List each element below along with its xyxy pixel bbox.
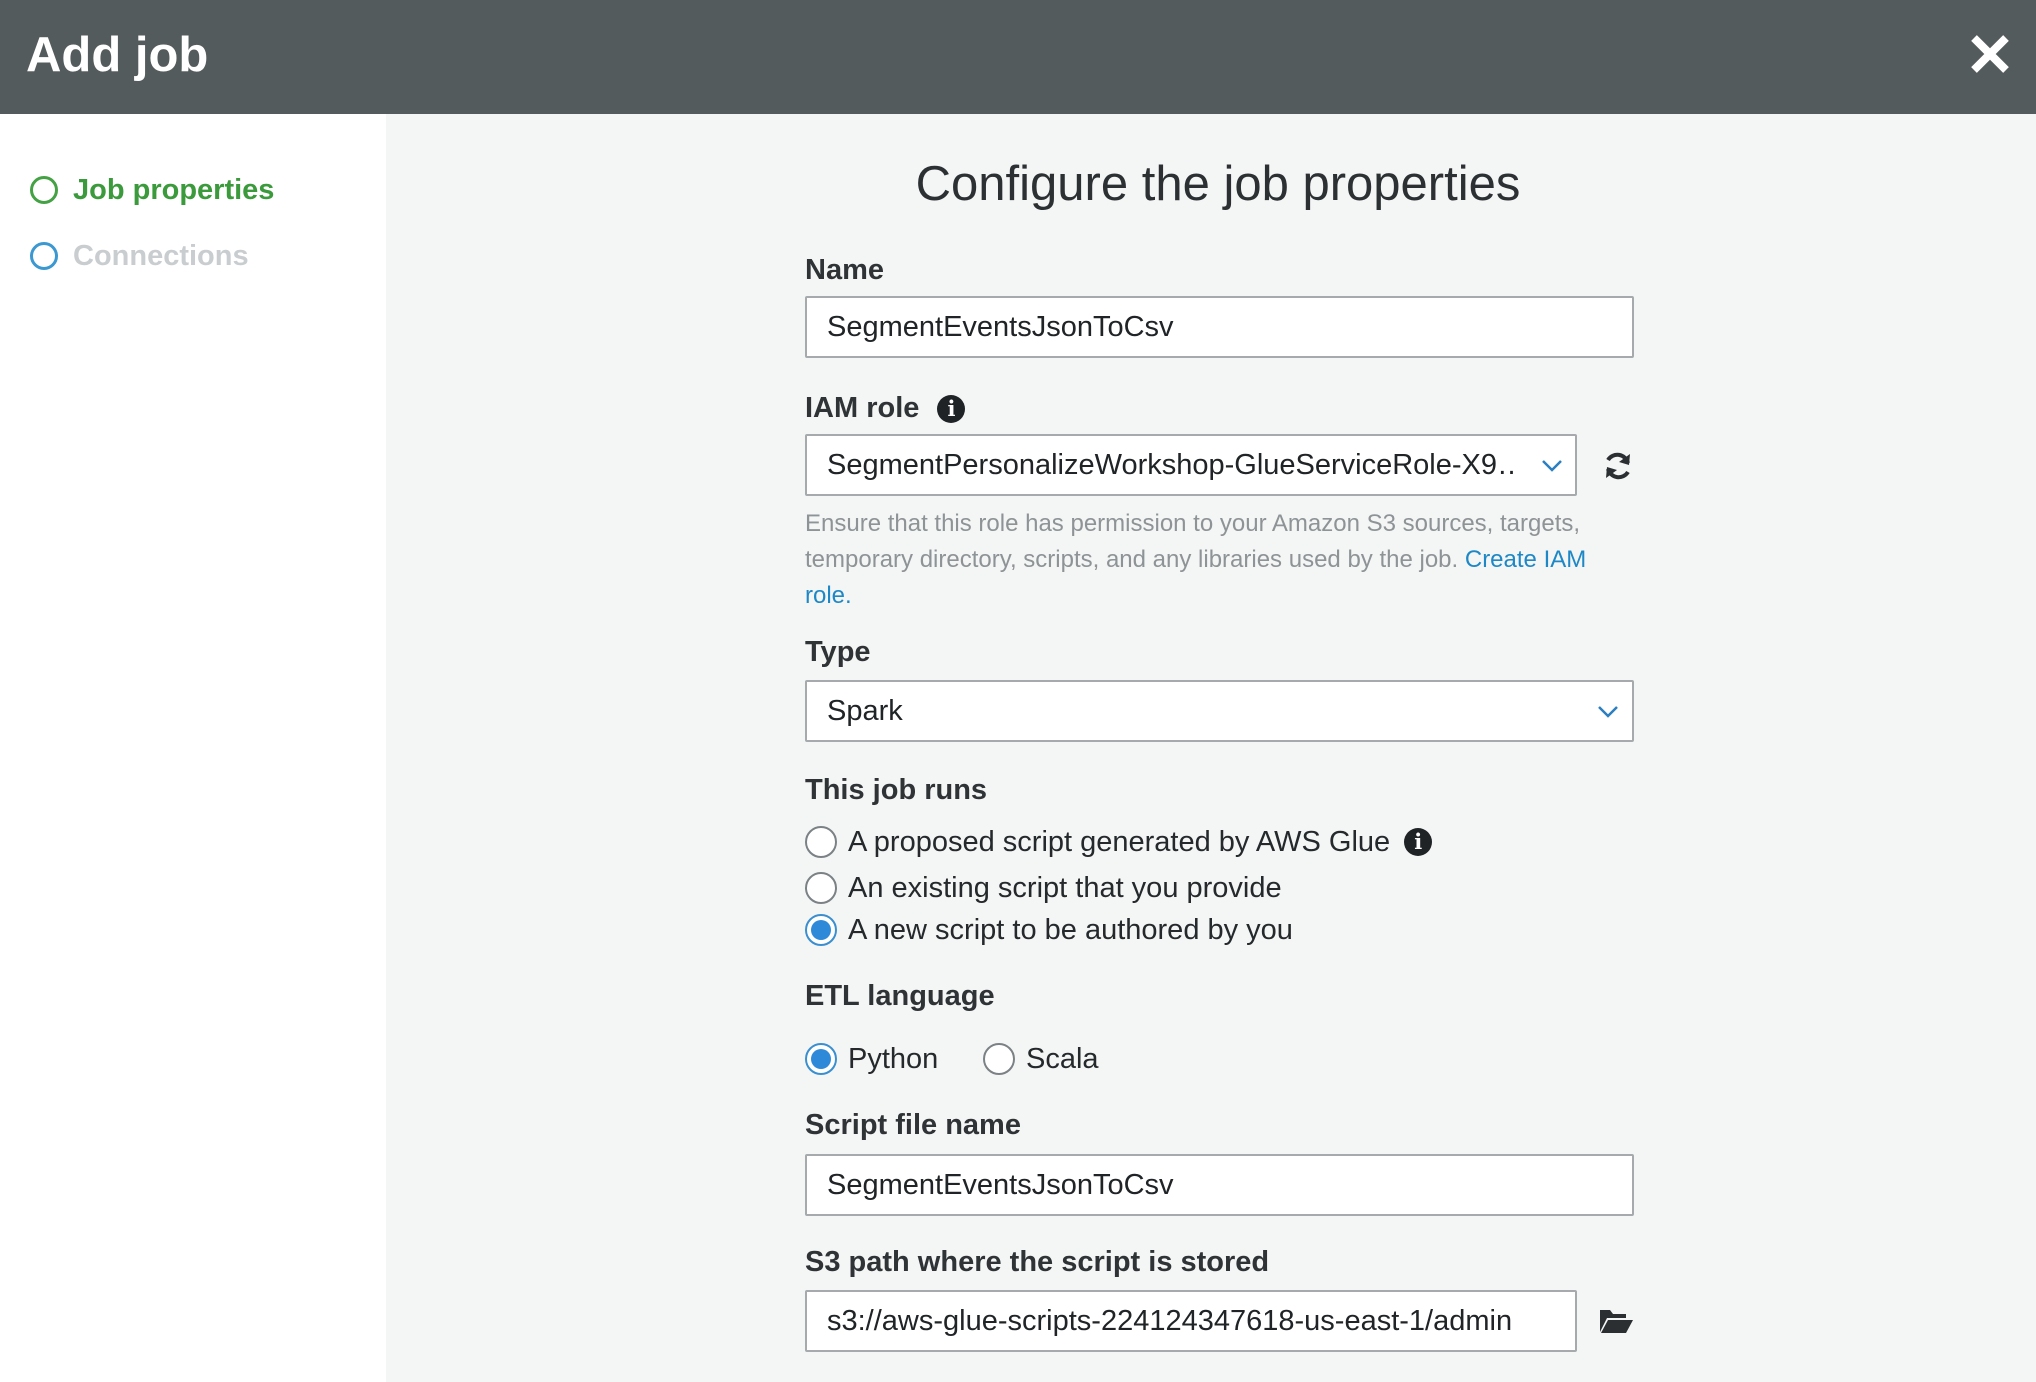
radio-label: A new script to be authored by you <box>848 913 1293 946</box>
step-status-icon <box>30 242 58 270</box>
iam-role-help-text: Ensure that this role has permission to … <box>805 510 1581 573</box>
s3-path-value: s3://aws-glue-scripts-224124347618-us-ea… <box>827 1305 1513 1337</box>
s3-path-input[interactable]: s3://aws-glue-scripts-224124347618-us-ea… <box>805 1290 1577 1352</box>
s3-path-label: S3 path where the script is stored <box>805 1246 1270 1278</box>
iam-role-select[interactable]: SegmentPersonalizeWorkshop-GlueServiceRo… <box>805 434 1577 496</box>
info-icon[interactable]: i <box>1404 828 1433 856</box>
radio-button[interactable] <box>805 914 837 946</box>
step-status-icon <box>30 176 58 204</box>
radio-button[interactable] <box>805 1043 837 1075</box>
radio-button[interactable] <box>805 826 837 858</box>
iam-role-value: SegmentPersonalizeWorkshop-GlueServiceRo… <box>827 449 1517 481</box>
chevron-down-icon <box>1598 706 1618 718</box>
radio-python[interactable]: Python <box>805 1041 938 1077</box>
chevron-down-icon <box>1542 460 1562 472</box>
job-runs-label: This job runs <box>805 774 988 806</box>
radio-proposed-script[interactable]: A proposed script generated by AWS Glue … <box>805 824 1433 860</box>
modal-title: Add job <box>26 28 209 82</box>
etl-language-label: ETL language <box>805 980 995 1012</box>
name-input[interactable]: SegmentEventsJsonToCsv <box>805 296 1634 358</box>
script-file-name-value: SegmentEventsJsonToCsv <box>827 1169 1174 1201</box>
folder-open-icon[interactable] <box>1598 1306 1634 1336</box>
radio-label: Scala <box>1026 1042 1099 1075</box>
radio-label: Python <box>848 1042 939 1075</box>
iam-role-label: IAM role i <box>805 392 966 425</box>
radio-new-script[interactable]: A new script to be authored by you <box>805 912 1293 948</box>
wizard-sidebar: Job properties Connections <box>0 114 386 1382</box>
iam-role-label-text: IAM role <box>805 392 920 424</box>
script-file-name-label: Script file name <box>805 1109 1021 1141</box>
radio-button[interactable] <box>983 1043 1015 1075</box>
main-form: Configure the job properties Name Segmen… <box>386 114 2036 1382</box>
radio-button[interactable] <box>805 872 837 904</box>
step-job-properties[interactable]: Job properties <box>30 172 274 208</box>
radio-scala[interactable]: Scala <box>983 1041 1099 1077</box>
type-select[interactable]: Spark <box>805 680 1634 742</box>
step-label: Connections <box>73 239 249 272</box>
step-label: Job properties <box>73 173 275 206</box>
type-label: Type <box>805 636 871 668</box>
radio-label: A proposed script generated by AWS Glue <box>848 825 1391 858</box>
refresh-icon[interactable] <box>1601 449 1635 483</box>
page-title: Configure the job properties <box>915 157 1521 211</box>
radio-label: An existing script that you provide <box>848 871 1282 904</box>
name-label: Name <box>805 254 884 286</box>
type-value: Spark <box>827 695 903 727</box>
modal-header: Add job <box>0 0 2036 114</box>
step-connections[interactable]: Connections <box>30 238 249 274</box>
close-icon[interactable] <box>1966 30 2014 78</box>
script-file-name-input[interactable]: SegmentEventsJsonToCsv <box>805 1154 1634 1216</box>
name-value: SegmentEventsJsonToCsv <box>827 311 1174 343</box>
radio-existing-script[interactable]: An existing script that you provide <box>805 870 1282 906</box>
info-icon[interactable]: i <box>937 395 966 424</box>
iam-role-help: Ensure that this role has permission to … <box>805 506 1635 614</box>
